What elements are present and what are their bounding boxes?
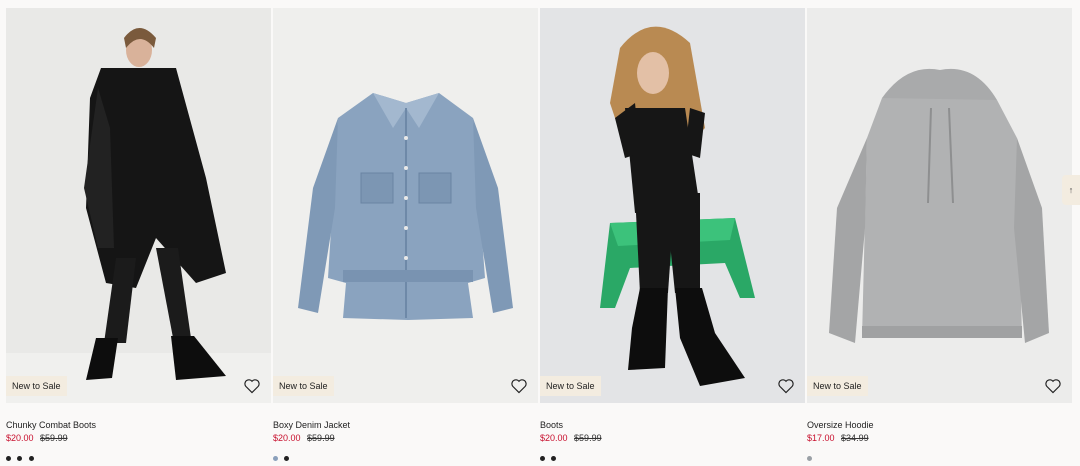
favorite-button[interactable] — [1044, 378, 1062, 394]
product-price: $20.00 $59.99 — [540, 433, 602, 443]
sale-price: $17.00 — [807, 433, 835, 443]
heart-icon — [1045, 379, 1061, 394]
woman-boots-stool-illustration — [540, 8, 805, 403]
sale-price: $20.00 — [6, 433, 34, 443]
product-price: $20.00 $59.99 — [6, 433, 68, 443]
product-image[interactable] — [273, 8, 538, 403]
favorite-button[interactable] — [777, 378, 795, 394]
denim-jacket-illustration — [273, 8, 538, 403]
product-title[interactable]: Boots — [540, 420, 563, 430]
product-image[interactable] — [540, 8, 805, 403]
favorite-button[interactable] — [510, 378, 528, 394]
product-card[interactable]: New to Sale Boxy Denim Jacket $20.00 $59… — [273, 8, 538, 461]
heart-icon — [778, 379, 794, 394]
heart-icon — [511, 379, 527, 394]
original-price: $59.99 — [574, 433, 602, 443]
woman-black-coat-illustration — [6, 8, 271, 403]
original-price: $59.99 — [307, 433, 335, 443]
product-title[interactable]: Oversize Hoodie — [807, 420, 874, 430]
favorite-button[interactable] — [243, 378, 261, 394]
color-swatches — [6, 448, 36, 461]
grey-hoodie-illustration — [807, 8, 1072, 403]
product-card[interactable]: New to Sale Boots $20.00 $59.99 — [540, 8, 805, 461]
color-swatches — [273, 448, 291, 461]
sale-badge: New to Sale — [540, 376, 601, 396]
color-swatches — [540, 448, 558, 461]
sale-badge: New to Sale — [6, 376, 67, 396]
product-image[interactable] — [807, 8, 1072, 403]
sale-price: $20.00 — [273, 433, 301, 443]
product-image[interactable] — [6, 8, 271, 403]
original-price: $59.99 — [40, 433, 68, 443]
product-card[interactable]: New to Sale Chunky Combat Boots $20.00 $… — [6, 8, 271, 461]
product-price: $20.00 $59.99 — [273, 433, 335, 443]
product-card[interactable]: New to Sale Oversize Hoodie $17.00 $34.9… — [807, 8, 1072, 461]
sale-price: $20.00 — [540, 433, 568, 443]
product-title[interactable]: Boxy Denim Jacket — [273, 420, 350, 430]
original-price: $34.99 — [841, 433, 869, 443]
heart-icon — [244, 379, 260, 394]
sale-badge: New to Sale — [807, 376, 868, 396]
product-price: $17.00 $34.99 — [807, 433, 869, 443]
scroll-to-top-button[interactable]: ↑ — [1062, 175, 1080, 205]
color-swatches — [807, 448, 814, 461]
arrow-up-icon: ↑ — [1068, 185, 1074, 195]
sale-badge: New to Sale — [273, 376, 334, 396]
product-title[interactable]: Chunky Combat Boots — [6, 420, 96, 430]
